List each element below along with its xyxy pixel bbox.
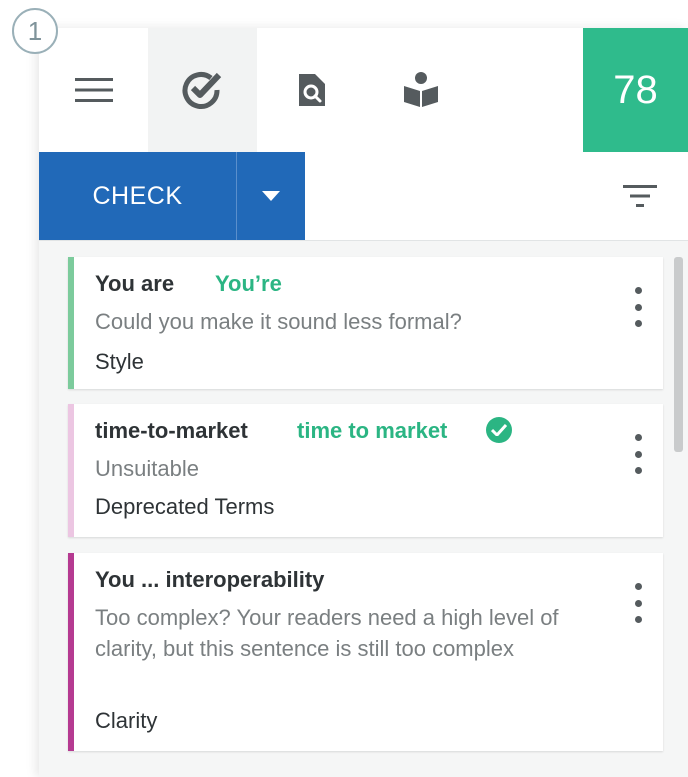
suggestion-description: Could you make it sound less formal? <box>95 309 462 334</box>
suggestion-card[interactable]: time-to-market time to market Unsuitable… <box>68 404 663 537</box>
sidebar-panel: 78 CHECK You are You’re Could you make i… <box>39 28 688 777</box>
suggestion-card[interactable]: You are You’re Could you make it sound l… <box>68 257 663 389</box>
more-options-icon[interactable] <box>627 434 649 474</box>
checklist-icon <box>182 72 221 109</box>
check-button[interactable]: CHECK <box>39 152 236 240</box>
caret-down-icon <box>262 191 280 201</box>
original-text: You ... interoperability <box>95 567 325 592</box>
action-row: CHECK <box>39 152 688 241</box>
document-search-tab[interactable] <box>257 28 366 152</box>
more-options-icon[interactable] <box>627 287 649 327</box>
suggestion-description: Too complex? Your readers need a high le… <box>95 605 559 661</box>
suggestion-category: Deprecated Terms <box>95 494 275 519</box>
original-text: You are <box>95 271 175 296</box>
suggestion-text[interactable]: time to market <box>297 418 447 444</box>
filter-button[interactable] <box>622 180 658 212</box>
reader-tab[interactable] <box>366 28 475 152</box>
suggestion-card[interactable]: You ... interoperability Too complex? Yo… <box>68 553 663 751</box>
step-number-badge: 1 <box>12 8 58 54</box>
more-options-icon[interactable] <box>627 583 649 623</box>
checklist-tab[interactable] <box>148 28 257 152</box>
check-options-dropdown[interactable] <box>237 152 305 240</box>
suggestion-category: Style <box>95 349 144 374</box>
suggestion-category: Clarity <box>95 708 158 733</box>
filter-icon <box>623 185 657 207</box>
suggestion-text[interactable]: You’re <box>215 271 282 297</box>
original-text: time-to-market <box>95 418 248 443</box>
menu-icon <box>74 78 113 102</box>
score-badge: 78 <box>583 28 688 152</box>
reader-book-icon <box>403 72 438 107</box>
accepted-check-icon <box>486 417 512 443</box>
top-toolbar: 78 <box>39 28 688 153</box>
suggestion-description: Unsuitable <box>95 456 199 481</box>
results-scrollbar[interactable] <box>674 257 683 452</box>
menu-button[interactable] <box>39 28 148 152</box>
document-search-icon <box>298 74 325 106</box>
